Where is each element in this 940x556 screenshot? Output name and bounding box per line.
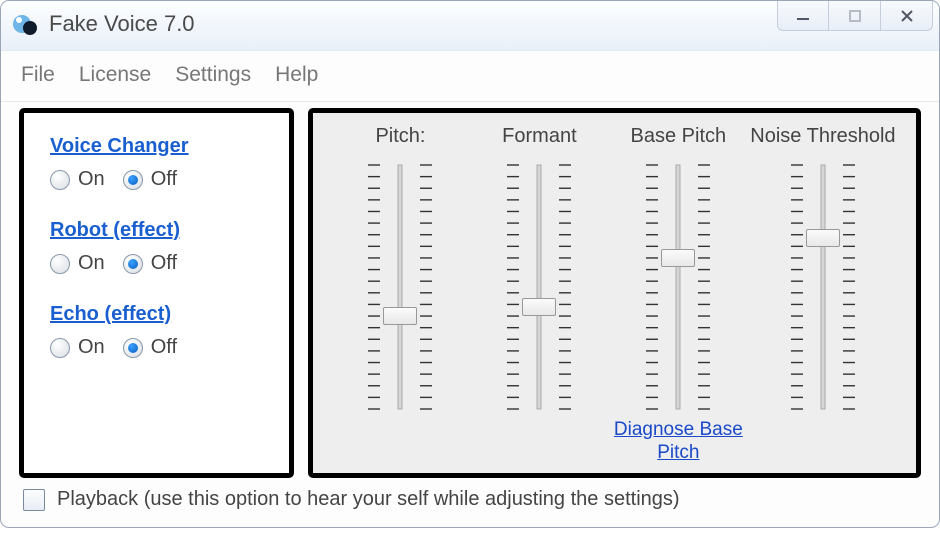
slider-track-icon (497, 157, 581, 417)
robot-effect-group: Robot (effect) On Off (50, 219, 263, 275)
menu-license[interactable]: License (79, 63, 151, 87)
menu-file[interactable]: File (21, 63, 55, 87)
robot-effect-off[interactable]: Off (123, 252, 177, 275)
base-pitch-slider[interactable] (636, 157, 720, 417)
voice-changer-on[interactable]: On (50, 168, 105, 191)
effects-panel: Voice Changer On Off Robot (effect) (19, 108, 294, 478)
base-pitch-label: Base Pitch (631, 125, 727, 153)
robot-effect-on[interactable]: On (50, 252, 105, 275)
radio-icon (50, 170, 70, 190)
window-title: Fake Voice 7.0 (49, 11, 195, 37)
voice-changer-off[interactable]: Off (123, 168, 177, 191)
radio-icon (123, 170, 143, 190)
radio-label: Off (151, 168, 177, 191)
echo-effect-group: Echo (effect) On Off (50, 303, 263, 359)
slider-thumb[interactable] (661, 249, 695, 267)
robot-effect-title[interactable]: Robot (effect) (50, 219, 263, 242)
playback-row: Playback (use this option to hear your s… (1, 482, 939, 527)
echo-effect-off[interactable]: Off (123, 336, 177, 359)
radio-label: Off (151, 252, 177, 275)
menubar: File License Settings Help (1, 51, 939, 102)
radio-icon (123, 254, 143, 274)
playback-label: Playback (use this option to hear your s… (57, 488, 680, 511)
app-window: Fake Voice 7.0 File License Settings Hel… (0, 0, 940, 528)
menu-help[interactable]: Help (275, 63, 318, 87)
pitch-slider[interactable] (358, 157, 442, 417)
noise-threshold-slider-col: Noise Threshold (748, 121, 898, 469)
radio-label: On (78, 168, 105, 191)
voice-changer-title[interactable]: Voice Changer (50, 135, 263, 158)
content-area: Voice Changer On Off Robot (effect) (1, 102, 939, 482)
pitch-slider-col: Pitch: (331, 121, 470, 469)
radio-label: On (78, 336, 105, 359)
slider-track-icon (781, 157, 865, 417)
close-icon (898, 7, 916, 25)
slider-track-icon (636, 157, 720, 417)
pitch-label: Pitch: (375, 125, 425, 153)
window-controls (777, 1, 933, 31)
maximize-button[interactable] (829, 1, 881, 31)
slider-thumb[interactable] (522, 298, 556, 316)
menu-settings[interactable]: Settings (175, 63, 251, 87)
radio-icon (123, 338, 143, 358)
formant-label: Formant (502, 125, 576, 153)
sliders-panel: Pitch: Formant Base Pitch (308, 108, 921, 478)
slider-track-icon (358, 157, 442, 417)
radio-icon (50, 254, 70, 274)
slider-thumb[interactable] (806, 229, 840, 247)
radio-label: On (78, 252, 105, 275)
playback-checkbox[interactable] (23, 489, 45, 511)
app-icon (13, 11, 39, 37)
formant-slider-col: Formant (470, 121, 609, 469)
echo-effect-title[interactable]: Echo (effect) (50, 303, 263, 326)
radio-label: Off (151, 336, 177, 359)
formant-slider[interactable] (497, 157, 581, 417)
slider-thumb[interactable] (383, 307, 417, 325)
noise-threshold-slider[interactable] (781, 157, 865, 417)
echo-effect-on[interactable]: On (50, 336, 105, 359)
noise-threshold-label: Noise Threshold (750, 125, 895, 153)
voice-changer-group: Voice Changer On Off (50, 135, 263, 191)
maximize-icon (846, 7, 864, 25)
minimize-button[interactable] (777, 1, 829, 31)
titlebar: Fake Voice 7.0 (1, 1, 939, 51)
diagnose-base-pitch-link[interactable]: Diagnose Base Pitch (609, 419, 748, 465)
radio-icon (50, 338, 70, 358)
close-button[interactable] (881, 1, 933, 31)
base-pitch-slider-col: Base Pitch Diagnose Base Pitch (609, 121, 748, 469)
minimize-icon (794, 7, 812, 25)
